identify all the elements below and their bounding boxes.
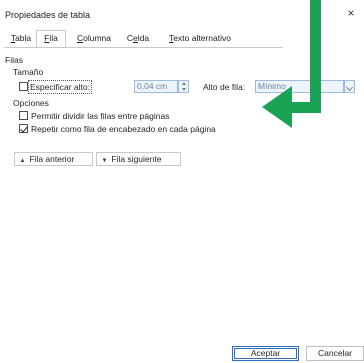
- tab-fila[interactable]: Fila: [36, 30, 66, 48]
- chevron-down-icon[interactable]: [344, 80, 355, 93]
- repeat-header-checkbox[interactable]: [19, 124, 28, 133]
- row-height-input[interactable]: 0,04 cm: [134, 80, 178, 93]
- dialog-title: Propiedades de tabla: [5, 10, 91, 20]
- specify-height-label[interactable]: Especificar alto:: [28, 80, 92, 94]
- tab-columna[interactable]: Columna: [70, 31, 118, 47]
- next-row-button[interactable]: ▼ Fila siguiente: [96, 152, 181, 166]
- section-tamano-label: Tamaño: [13, 67, 44, 77]
- table-properties-dialog: Propiedades de tabla × Tabla Fila Column…: [0, 0, 364, 363]
- row-height-spinner[interactable]: [178, 80, 189, 93]
- next-row-label: Fila siguiente: [111, 154, 162, 164]
- annotation-arrow-shaft: [310, 0, 321, 113]
- triangle-down-icon: ▼: [101, 158, 108, 164]
- cancel-button[interactable]: Cancelar: [306, 346, 364, 361]
- triangle-up-icon: ▲: [19, 158, 26, 164]
- row-height-type-label: Alto de fila:: [203, 82, 246, 92]
- tab-divider: [4, 47, 283, 48]
- close-icon[interactable]: ×: [345, 7, 357, 19]
- specify-height-checkbox[interactable]: [19, 82, 28, 91]
- ok-button[interactable]: Aceptar: [232, 346, 299, 361]
- tab-celda[interactable]: Celda: [121, 31, 155, 47]
- allow-break-checkbox[interactable]: [19, 111, 28, 120]
- repeat-header-label[interactable]: Repetir como fila de encabezado en cada …: [31, 124, 216, 134]
- previous-row-button[interactable]: ▲ Fila anterior: [14, 152, 93, 166]
- section-opciones-label: Opciones: [13, 98, 49, 108]
- tab-tabla[interactable]: Tabla: [8, 31, 34, 47]
- annotation-arrow-head: [262, 86, 292, 128]
- allow-break-label[interactable]: Permitir dividir las filas entre páginas: [31, 111, 169, 121]
- section-filas-label: Filas: [5, 55, 23, 65]
- previous-row-label: Fila anterior: [29, 154, 75, 164]
- tab-texto-alternativo[interactable]: Texto alternativo: [159, 31, 241, 47]
